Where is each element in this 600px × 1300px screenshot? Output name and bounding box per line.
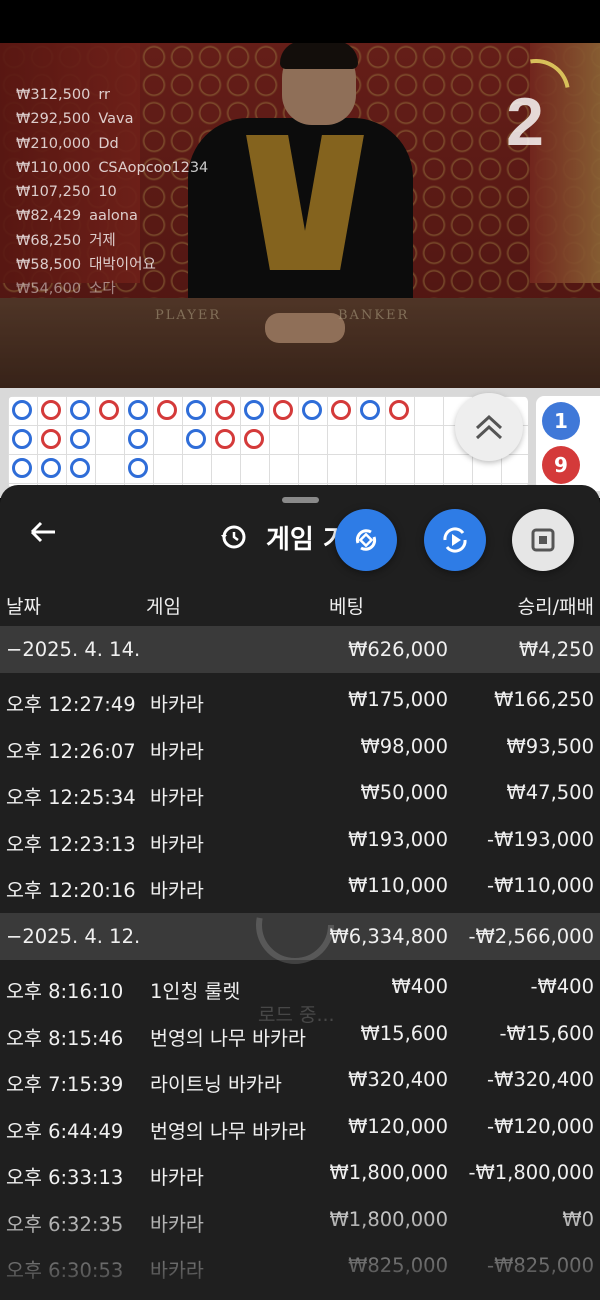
history-row[interactable]: 오후 6:30:53 바카라 ₩825,000 -₩825,000	[0, 1242, 600, 1289]
bet-entry: ₩292,500 Vava	[16, 111, 134, 128]
banker-count-badge: 9	[542, 446, 580, 484]
col-game: 게임	[146, 596, 181, 618]
play-icon	[443, 527, 467, 553]
road-dot-red	[99, 400, 119, 420]
bead-road[interactable]	[8, 396, 528, 488]
road-dot-blue	[12, 429, 32, 449]
col-bet: 베팅	[329, 596, 364, 618]
road-dot-blue	[41, 458, 61, 478]
bet-entry: ₩107,250 10	[16, 184, 117, 201]
col-date: 날짜	[6, 596, 41, 618]
road-dot-red	[273, 400, 293, 420]
rotate-icon	[355, 529, 377, 551]
road-dot-blue	[186, 429, 206, 449]
road-dot-red	[244, 429, 264, 449]
drag-handle[interactable]	[282, 497, 319, 503]
side-stats-panel[interactable]: 1 9	[536, 396, 600, 491]
loading-spinner-icon	[256, 886, 334, 964]
history-row[interactable]: 오후 12:27:49 바카라 ₩175,000 ₩166,250	[0, 676, 600, 723]
stop-button[interactable]	[512, 509, 574, 571]
bet-entry: ₩54,600 소다	[16, 281, 116, 298]
bet-entry: ₩68,250 거제	[16, 232, 116, 249]
road-dot-blue	[244, 400, 264, 420]
stop-icon	[531, 528, 555, 552]
roadmap[interactable]: 1 9	[0, 388, 600, 498]
bet-entry: ₩210,000 Dd	[16, 135, 119, 152]
history-clock-icon	[221, 525, 246, 549]
autoplay-button[interactable]	[424, 509, 486, 571]
back-button[interactable]	[28, 517, 68, 557]
history-table-header: 날짜 게임 베팅 승리/패배	[0, 585, 600, 625]
bets-list: ₩312,500 rr ₩292,500 Vava ₩210,000 Dd ₩110,…	[16, 83, 208, 302]
road-dot-red	[157, 400, 177, 420]
road-dot-red	[215, 400, 235, 420]
date-group-header[interactable]: −2025. 4. 14. ₩626,000 ₩4,250	[0, 626, 600, 673]
back-arrow-icon	[30, 521, 55, 543]
history-row[interactable]: 오후 6:44:49 번영의 나무 바카라 ₩120,000 -₩120,000	[0, 1103, 600, 1150]
history-row[interactable]: 오후 12:25:34 바카라 ₩50,000 ₩47,500	[0, 769, 600, 816]
player-count-badge: 1	[542, 402, 580, 440]
road-dot-red	[331, 400, 351, 420]
road-dot-blue	[12, 400, 32, 420]
history-row[interactable]: 오후 6:33:13 바카라 ₩1,800,000 -₩1,800,000	[0, 1149, 600, 1196]
col-result: 승리/패배	[517, 596, 594, 618]
history-row[interactable]: 오후 7:15:39 라이트닝 바카라 ₩320,400 -₩320,400	[0, 1056, 600, 1103]
road-dot-blue	[70, 400, 90, 420]
road-dot-blue	[360, 400, 380, 420]
road-dot-red	[41, 429, 61, 449]
live-video[interactable]: PLAYER BANKER ₩312,500 rr ₩292,500 Vava ₩2…	[0, 43, 600, 388]
bet-entry: ₩110,000 CSAopcoo1234	[16, 159, 209, 176]
road-dot-blue	[128, 458, 148, 478]
loading-text: 로드 중...	[258, 1004, 335, 1026]
road-dot-blue	[302, 400, 322, 420]
road-dot-blue	[70, 458, 90, 478]
chevron-up-icon	[475, 414, 503, 440]
history-row[interactable]: 오후 6:32:35 바카라 ₩1,800,000 ₩0	[0, 1196, 600, 1243]
sheet-title: 게임 기	[220, 515, 347, 559]
bet-entry: ₩312,500 rr	[16, 87, 110, 103]
rotate-button[interactable]	[335, 509, 397, 571]
road-dot-blue	[186, 400, 206, 420]
expand-roadmap-button[interactable]	[455, 393, 523, 461]
road-dot-red	[215, 429, 235, 449]
history-row[interactable]: 오후 12:26:07 바카라 ₩98,000 ₩93,500	[0, 723, 600, 770]
road-dot-blue	[70, 429, 90, 449]
road-dot-blue	[128, 400, 148, 420]
game-history-sheet[interactable]: 게임 기 날짜 게임 베팅 승리/패배 −2025. 4. 14. ₩626,0…	[0, 485, 600, 1300]
road-dot-blue	[128, 429, 148, 449]
bet-entry: ₩58,500 대박이어요	[16, 257, 156, 274]
status-bar	[0, 0, 600, 43]
bet-entry: ₩82,429 aalona	[16, 208, 138, 225]
road-dot-red	[41, 400, 61, 420]
road-dot-blue	[12, 458, 32, 478]
road-dot-red	[389, 400, 409, 420]
round-number: 2	[506, 84, 544, 160]
history-row[interactable]: 오후 12:23:13 바카라 ₩193,000 -₩193,000	[0, 816, 600, 863]
